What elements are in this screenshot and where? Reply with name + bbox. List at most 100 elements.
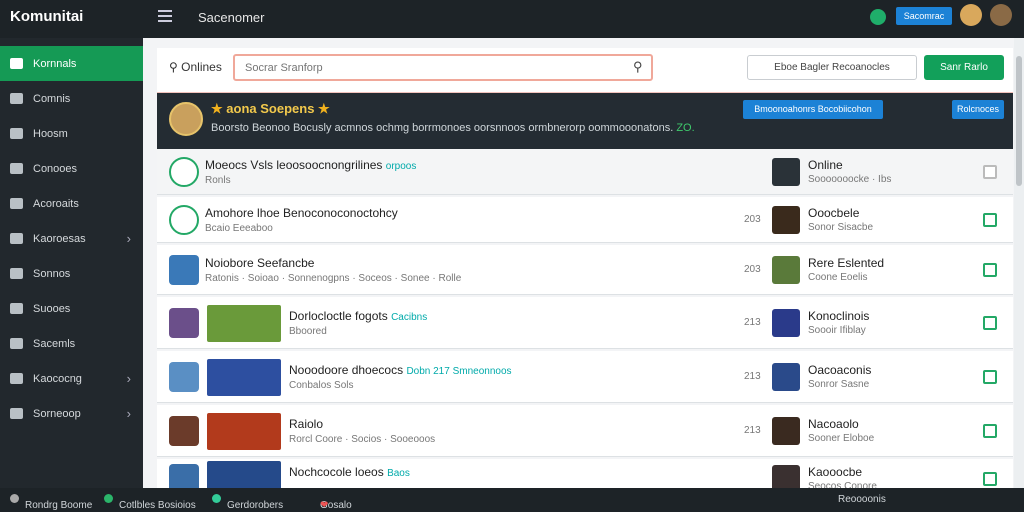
post-title[interactable]: Noiobore Seefancbe — [205, 256, 314, 270]
user-name[interactable]: Rere Eslented — [808, 256, 884, 270]
sidebar-item[interactable]: Kaoroesas › — [0, 221, 143, 256]
sidebar-item-label: Acoroaits — [33, 197, 79, 210]
post-title[interactable]: Moeocs Vsls leoosoocnongrilines orpoos — [205, 158, 416, 172]
user-name[interactable]: Kaooocbe — [808, 465, 862, 479]
sidebar-item[interactable]: Suooes — [0, 291, 143, 326]
list-item[interactable]: Nooodoore dhoecocs Dobn 217 Smneonnoos Co… — [157, 351, 1013, 403]
post-count: 213 — [744, 425, 761, 436]
search-icon: ⚲ — [169, 60, 178, 74]
user-meta: Soooir Ifiblay — [808, 325, 866, 336]
search-input[interactable] — [233, 54, 653, 81]
search-submit-icon[interactable]: ⚲ — [633, 59, 643, 75]
post-title[interactable]: Raiolo — [289, 417, 323, 431]
chevron-right-icon: › — [126, 371, 131, 386]
user-badge[interactable] — [772, 206, 800, 234]
banner-button-secondary[interactable]: Rolcnoces — [952, 100, 1004, 119]
post-meta: Ronls — [205, 175, 231, 186]
banner-button-primary[interactable]: Bmoonoahonrs Bocobiicohon — [743, 100, 883, 119]
banner-title: ★ aona Soepens ★ — [211, 101, 330, 116]
list-item[interactable]: Amohore lhoe Benoconoconoctohcy Bcaio Ee… — [157, 197, 1013, 243]
avatar-secondary[interactable] — [990, 4, 1012, 26]
list-item[interactable]: Dorlocloctle fogots Cacibns Bboored 213 Kon… — [157, 297, 1013, 349]
status-item[interactable]: Cotlbles Bosioios — [104, 494, 196, 511]
sidebar-item-icon — [10, 233, 23, 244]
post-count: 213 — [744, 317, 761, 328]
sidebar-item-icon — [10, 93, 23, 104]
sidebar: Kornnals Comnis Hoosm Conooes Acoroaits Kaoro… — [0, 38, 143, 488]
sidebar-item-label: Kornnals — [33, 57, 77, 70]
post-thumbnail[interactable] — [207, 359, 281, 396]
row-checkbox[interactable] — [983, 424, 997, 438]
post-thumbnail[interactable] — [207, 305, 281, 342]
sidebar-item-icon — [10, 303, 23, 314]
row-checkbox[interactable] — [983, 472, 997, 486]
sidebar-item-icon — [10, 338, 23, 349]
sidebar-item-icon — [10, 408, 23, 419]
sidebar-item-label: Sonnos — [33, 267, 71, 280]
user-name[interactable]: Ooocbele — [808, 206, 859, 220]
status-icon — [169, 205, 199, 235]
sidebar-item[interactable]: Comnis — [0, 81, 143, 116]
banner-description: Boorsto Beonoo Bocusly acmnos ochmg borr… — [211, 122, 695, 134]
search-bar: ⚲ Onlines ⚲ Eboe Bagler Recoanocles Sanr… — [157, 48, 1013, 93]
header-action-button[interactable]: Sacomrac — [896, 7, 952, 25]
post-title[interactable]: Nooodoore dhoecocs Dobn 217 Smneonnoos — [289, 363, 512, 377]
post-count: 203 — [744, 214, 761, 225]
user-meta: Sooooooocke · Ibs — [808, 174, 892, 185]
list-item[interactable]: Raiolo Rorcl Coore · Socios · Sooeooos 21… — [157, 405, 1013, 457]
sidebar-item-icon — [10, 268, 23, 279]
post-meta: Conbalos Sols — [289, 380, 354, 391]
post-title[interactable]: Amohore lhoe Benoconoconoctohcy — [205, 206, 398, 220]
notification-icon[interactable] — [870, 9, 886, 25]
user-badge[interactable] — [772, 417, 800, 445]
game-icon — [169, 416, 199, 446]
sidebar-item[interactable]: Sacemls — [0, 326, 143, 361]
filter-select[interactable]: Eboe Bagler Recoanocles — [747, 55, 917, 80]
user-name[interactable]: Nacoaolo — [808, 417, 859, 431]
scrollbar[interactable] — [1014, 38, 1024, 488]
search-label: ⚲ Onlines — [169, 60, 222, 74]
user-name[interactable]: Online — [808, 158, 843, 172]
post-title[interactable]: Nochcocole loeos Baos — [289, 465, 410, 479]
post-thumbnail[interactable] — [207, 413, 281, 450]
sidebar-item[interactable]: Sonnos — [0, 256, 143, 291]
sidebar-item[interactable]: Kornnals — [0, 46, 143, 81]
status-right[interactable]: Reoooonis — [838, 494, 886, 505]
sidebar-item[interactable]: Conooes — [0, 151, 143, 186]
sidebar-item-label: Kaococng — [33, 372, 82, 385]
sidebar-item[interactable]: Acoroaits — [0, 186, 143, 221]
list-item[interactable]: Moeocs Vsls leoosoocnongrilines orpoos Ro… — [157, 149, 1013, 195]
user-badge[interactable] — [772, 158, 800, 186]
row-checkbox[interactable] — [983, 370, 997, 384]
scrollbar-thumb[interactable] — [1016, 56, 1022, 186]
primary-action-button[interactable]: Sanr Rarlo — [924, 55, 1004, 80]
brand-logo[interactable]: Komunitai — [10, 8, 83, 25]
user-name[interactable]: Konoclinois — [808, 309, 869, 323]
sidebar-item[interactable]: Sorneoop › — [0, 396, 143, 431]
post-count: 213 — [744, 371, 761, 382]
user-badge[interactable] — [772, 363, 800, 391]
status-icon — [169, 157, 199, 187]
row-checkbox[interactable] — [983, 213, 997, 227]
sidebar-item-icon — [10, 373, 23, 384]
list-item[interactable]: Noiobore Seefancbe Ratonis · Soioao · So… — [157, 245, 1013, 295]
row-checkbox[interactable] — [983, 263, 997, 277]
game-icon — [169, 308, 199, 338]
sidebar-item[interactable]: Hoosm — [0, 116, 143, 151]
status-item[interactable]: Rondrg Boome — [10, 494, 92, 511]
sidebar-item-label: Hoosm — [33, 127, 68, 140]
status-item[interactable]: Gerdorobers — [212, 494, 283, 511]
row-checkbox[interactable] — [983, 316, 997, 330]
user-badge[interactable] — [772, 256, 800, 284]
user-name[interactable]: Oacoaconis — [808, 363, 871, 377]
post-title[interactable]: Dorlocloctle fogots Cacibns — [289, 309, 427, 323]
star-icon: ★ — [211, 101, 223, 116]
row-checkbox[interactable] — [983, 165, 997, 179]
game-icon — [169, 255, 199, 285]
user-badge[interactable] — [772, 309, 800, 337]
sidebar-item[interactable]: Kaococng › — [0, 361, 143, 396]
sidebar-item-label: Kaoroesas — [33, 232, 86, 245]
menu-icon[interactable] — [158, 10, 172, 22]
status-bar: Rondrg Boome Cotlbles Bosioios Gerdorobe… — [0, 488, 1024, 512]
avatar[interactable] — [960, 4, 982, 26]
